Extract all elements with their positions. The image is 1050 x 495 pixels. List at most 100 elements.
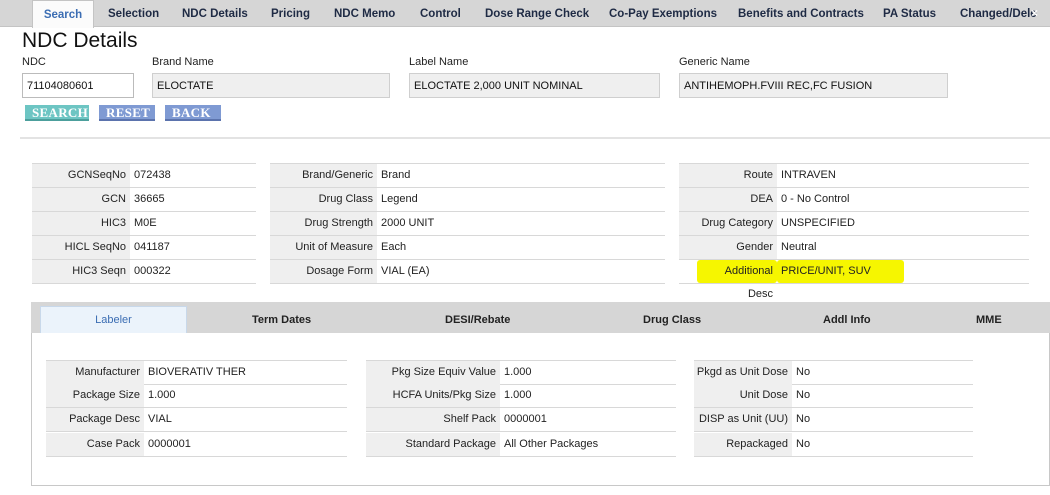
info-row-drug-category: Drug Category UNSPECIFIED [679, 212, 1029, 236]
info-row-hic3-seqn: HIC3 Seqn 000322 [32, 260, 256, 284]
info-value: 36665 [134, 193, 165, 205]
labeler-row-hcfa-units: HCFA Units/Pkg Size 1.000 [366, 384, 676, 408]
info-value: 000322 [134, 265, 171, 277]
info-row-brand-generic: Brand/Generic Brand [270, 164, 665, 188]
info-value: All Other Packages [504, 438, 599, 450]
tab-dose-range-check[interactable]: Dose Range Check [485, 0, 589, 27]
info-row-hicl-seqno: HICL SeqNo 041187 [32, 236, 256, 260]
info-value: VIAL (EA) [381, 265, 430, 277]
tab-term-dates[interactable]: Term Dates [252, 302, 311, 333]
info-value: 1.000 [504, 389, 532, 401]
info-label: Route [679, 164, 777, 187]
labeler-row-standard-package: Standard Package All Other Packages [366, 433, 676, 457]
search-button[interactable]: SEARCH [25, 105, 89, 121]
info-row-additional-desc: Additional Desc PRICE/UNIT, SUV [679, 260, 1029, 300]
info-label: Drug Class [270, 188, 377, 211]
info-value: 2000 UNIT [381, 217, 435, 229]
labeler-row-pkgd-unit-dose: Pkgd as Unit Dose No [694, 361, 973, 385]
section-divider [20, 137, 1050, 139]
info-value: INTRAVEN [781, 169, 836, 181]
info-label: Drug Strength [270, 212, 377, 235]
info-row-route: Route INTRAVEN [679, 164, 1029, 188]
info-value: Each [381, 241, 407, 253]
generic-name-field[interactable] [679, 73, 948, 98]
info-row-dea: DEA 0 - No Control [679, 188, 1029, 212]
tab-copay-exemptions[interactable]: Co-Pay Exemptions [609, 0, 717, 27]
tab-search[interactable]: Search [32, 0, 94, 28]
tab-control[interactable]: Control [420, 0, 461, 27]
info-value: No [796, 389, 811, 401]
info-value: 072438 [134, 169, 171, 181]
labeler-row-manufacturer: Manufacturer BIOVERATIV THER [46, 361, 347, 385]
info-label: Repackaged [694, 433, 792, 456]
info-label: Brand/Generic [270, 164, 377, 187]
info-label: Pkg Size Equiv Value [366, 361, 500, 384]
tab-ndc-memo[interactable]: NDC Memo [334, 0, 395, 27]
tab-pricing[interactable]: Pricing [271, 0, 310, 27]
labeler-row-pkg-size-equiv: Pkg Size Equiv Value 1.000 [366, 361, 676, 385]
tab-mme[interactable]: MME [976, 302, 1002, 333]
back-button[interactable]: BACK [165, 105, 221, 121]
brand-name-label: Brand Name [152, 56, 214, 68]
labeler-row-shelf-pack: Shelf Pack 0000001 [366, 408, 676, 432]
info-row-gcn: GCN 36665 [32, 188, 256, 212]
tab-desi-rebate[interactable]: DESI/Rebate [445, 302, 510, 333]
info-row-drug-strength: Drug Strength 2000 UNIT [270, 212, 665, 236]
info-row-gcnseqno: GCNSeqNo 072438 [32, 164, 256, 188]
tab-labeler[interactable]: Labeler [40, 306, 187, 333]
info-row-unit-of-measure: Unit of Measure Each [270, 236, 665, 260]
info-value: 0000001 [148, 438, 191, 450]
info-label: Gender [679, 236, 777, 259]
info-label: HICL SeqNo [32, 236, 130, 259]
info-value: No [796, 366, 811, 378]
info-label: Package Desc [46, 408, 144, 431]
info-label: HIC3 Seqn [32, 260, 130, 283]
label-name-label: Label Name [409, 56, 469, 68]
close-icon[interactable]: × [1031, 6, 1038, 20]
info-value: Neutral [781, 241, 817, 253]
info-value: 1.000 [148, 389, 176, 401]
info-label: Pkgd as Unit Dose [694, 361, 792, 384]
info-label: Unit of Measure [270, 236, 377, 259]
page-title: NDC Details [22, 29, 138, 52]
generic-name-label: Generic Name [679, 56, 750, 68]
info-value: PRICE/UNIT, SUV [777, 260, 904, 283]
info-value: Legend [381, 193, 418, 205]
labeler-row-package-desc: Package Desc VIAL [46, 408, 347, 432]
labeler-row-unit-dose: Unit Dose No [694, 384, 973, 408]
info-value: No [796, 438, 811, 450]
info-label: Standard Package [366, 433, 500, 456]
tab-pa-status[interactable]: PA Status [883, 0, 936, 27]
tab-drug-class[interactable]: Drug Class [643, 302, 701, 333]
labeler-row-case-pack: Case Pack 0000001 [46, 433, 347, 457]
info-row-gender: Gender Neutral [679, 236, 1029, 260]
ndc-label: NDC [22, 56, 46, 68]
tab-addl-info[interactable]: Addl Info [823, 302, 871, 333]
info-label: DISP as Unit (UU) [694, 408, 792, 431]
tab-ndc-details[interactable]: NDC Details [182, 0, 248, 27]
info-label: DEA [679, 188, 777, 211]
info-label: GCNSeqNo [32, 164, 130, 187]
tab-benefits-and-contracts[interactable]: Benefits and Contracts [738, 0, 864, 27]
info-value: M0E [134, 217, 157, 229]
info-label: GCN [32, 188, 130, 211]
info-label: Additional Desc [697, 260, 777, 300]
info-value: Brand [381, 169, 411, 181]
info-row-dosage-form: Dosage Form VIAL (EA) [270, 260, 665, 284]
label-name-field[interactable] [409, 73, 660, 98]
ndc-input[interactable] [22, 73, 134, 98]
info-label: Case Pack [46, 433, 144, 456]
reset-button[interactable]: RESET [99, 105, 155, 121]
brand-name-field[interactable] [152, 73, 390, 98]
info-label: Manufacturer [46, 361, 144, 384]
info-label: Dosage Form [270, 260, 377, 283]
tab-selection[interactable]: Selection [108, 0, 159, 27]
info-label: Package Size [46, 384, 144, 407]
info-row-drug-class: Drug Class Legend [270, 188, 665, 212]
top-tab-bar: Search Selection NDC Details Pricing NDC… [0, 0, 1050, 28]
info-label: HCFA Units/Pkg Size [366, 384, 500, 407]
tab-changed-deleted[interactable]: Changed/Dele [960, 0, 1040, 27]
info-row-hic3: HIC3 M0E [32, 212, 256, 236]
labeler-row-disp-as-unit: DISP as Unit (UU) No [694, 408, 973, 432]
info-label: Shelf Pack [366, 408, 500, 431]
